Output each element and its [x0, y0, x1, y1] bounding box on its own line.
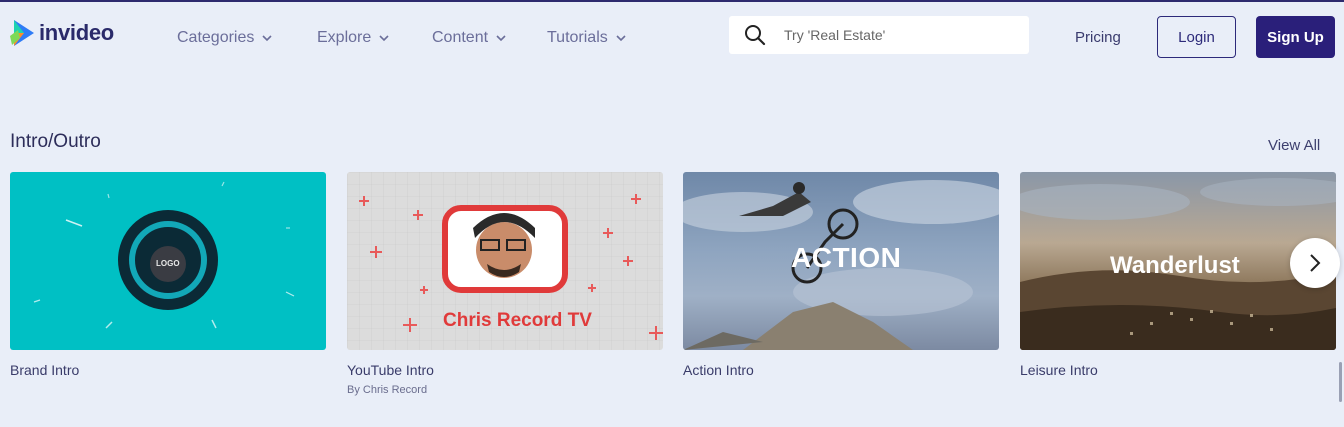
signup-button[interactable]: Sign Up [1256, 16, 1335, 58]
template-thumbnail[interactable]: Wanderlust [1020, 172, 1336, 350]
card-title[interactable]: Brand Intro [10, 362, 326, 378]
search-icon[interactable] [744, 24, 766, 46]
card-title[interactable]: YouTube Intro [347, 362, 663, 378]
search-input[interactable] [782, 26, 1016, 44]
chevron-down-icon [616, 35, 626, 42]
carousel-next-button[interactable] [1290, 238, 1340, 288]
search-bar [729, 16, 1029, 54]
card-title[interactable]: Leisure Intro [1020, 362, 1336, 378]
top-navigation-bar: invideo Categories Explore Content Tutor… [0, 2, 1344, 74]
template-thumbnail[interactable]: LOGO [10, 172, 326, 350]
nav-label: Categories [177, 29, 255, 46]
login-button[interactable]: Login [1157, 16, 1236, 58]
invideo-logo-icon [10, 20, 34, 46]
chevron-down-icon [379, 35, 389, 42]
chevron-down-icon [496, 35, 506, 42]
template-card[interactable]: LOGO Brand Intro [10, 172, 326, 378]
nav-content[interactable]: Content [432, 29, 547, 47]
main-nav: Categories Explore Content Tutorials [177, 29, 627, 47]
thumbnail-action-text: ACTION [791, 242, 902, 273]
nav-tutorials[interactable]: Tutorials [547, 29, 627, 47]
thumbnail-wanderlust-text: Wanderlust [1110, 252, 1240, 279]
chevron-down-icon [262, 35, 272, 42]
chevron-right-icon [1310, 254, 1321, 272]
nav-categories[interactable]: Categories [177, 29, 317, 47]
card-title[interactable]: Action Intro [683, 362, 999, 378]
thumbnail-logo-text: LOGO [156, 259, 180, 268]
template-thumbnail[interactable]: Chris Record TV [347, 172, 663, 350]
pricing-link[interactable]: Pricing [1075, 29, 1121, 46]
template-card[interactable]: Chris Record TV YouTube Intro By Chris R… [347, 172, 663, 396]
template-card[interactable]: Wanderlust Leisure Intro [1020, 172, 1336, 378]
template-thumbnail[interactable]: ACTION [683, 172, 999, 350]
nav-label: Tutorials [547, 29, 608, 46]
nav-explore[interactable]: Explore [317, 29, 432, 47]
brand-name: invideo [39, 20, 114, 45]
section-title: Intro/Outro [10, 131, 101, 152]
page-scrollbar[interactable] [1339, 362, 1342, 402]
thumbnail-channel-text: Chris Record TV [443, 310, 592, 331]
template-card[interactable]: ACTION Action Intro [683, 172, 999, 378]
invideo-logo[interactable]: invideo [10, 18, 114, 48]
nav-label: Content [432, 29, 489, 46]
nav-label: Explore [317, 29, 372, 46]
view-all-link[interactable]: View All [1268, 137, 1320, 154]
card-author[interactable]: By Chris Record [347, 384, 663, 396]
